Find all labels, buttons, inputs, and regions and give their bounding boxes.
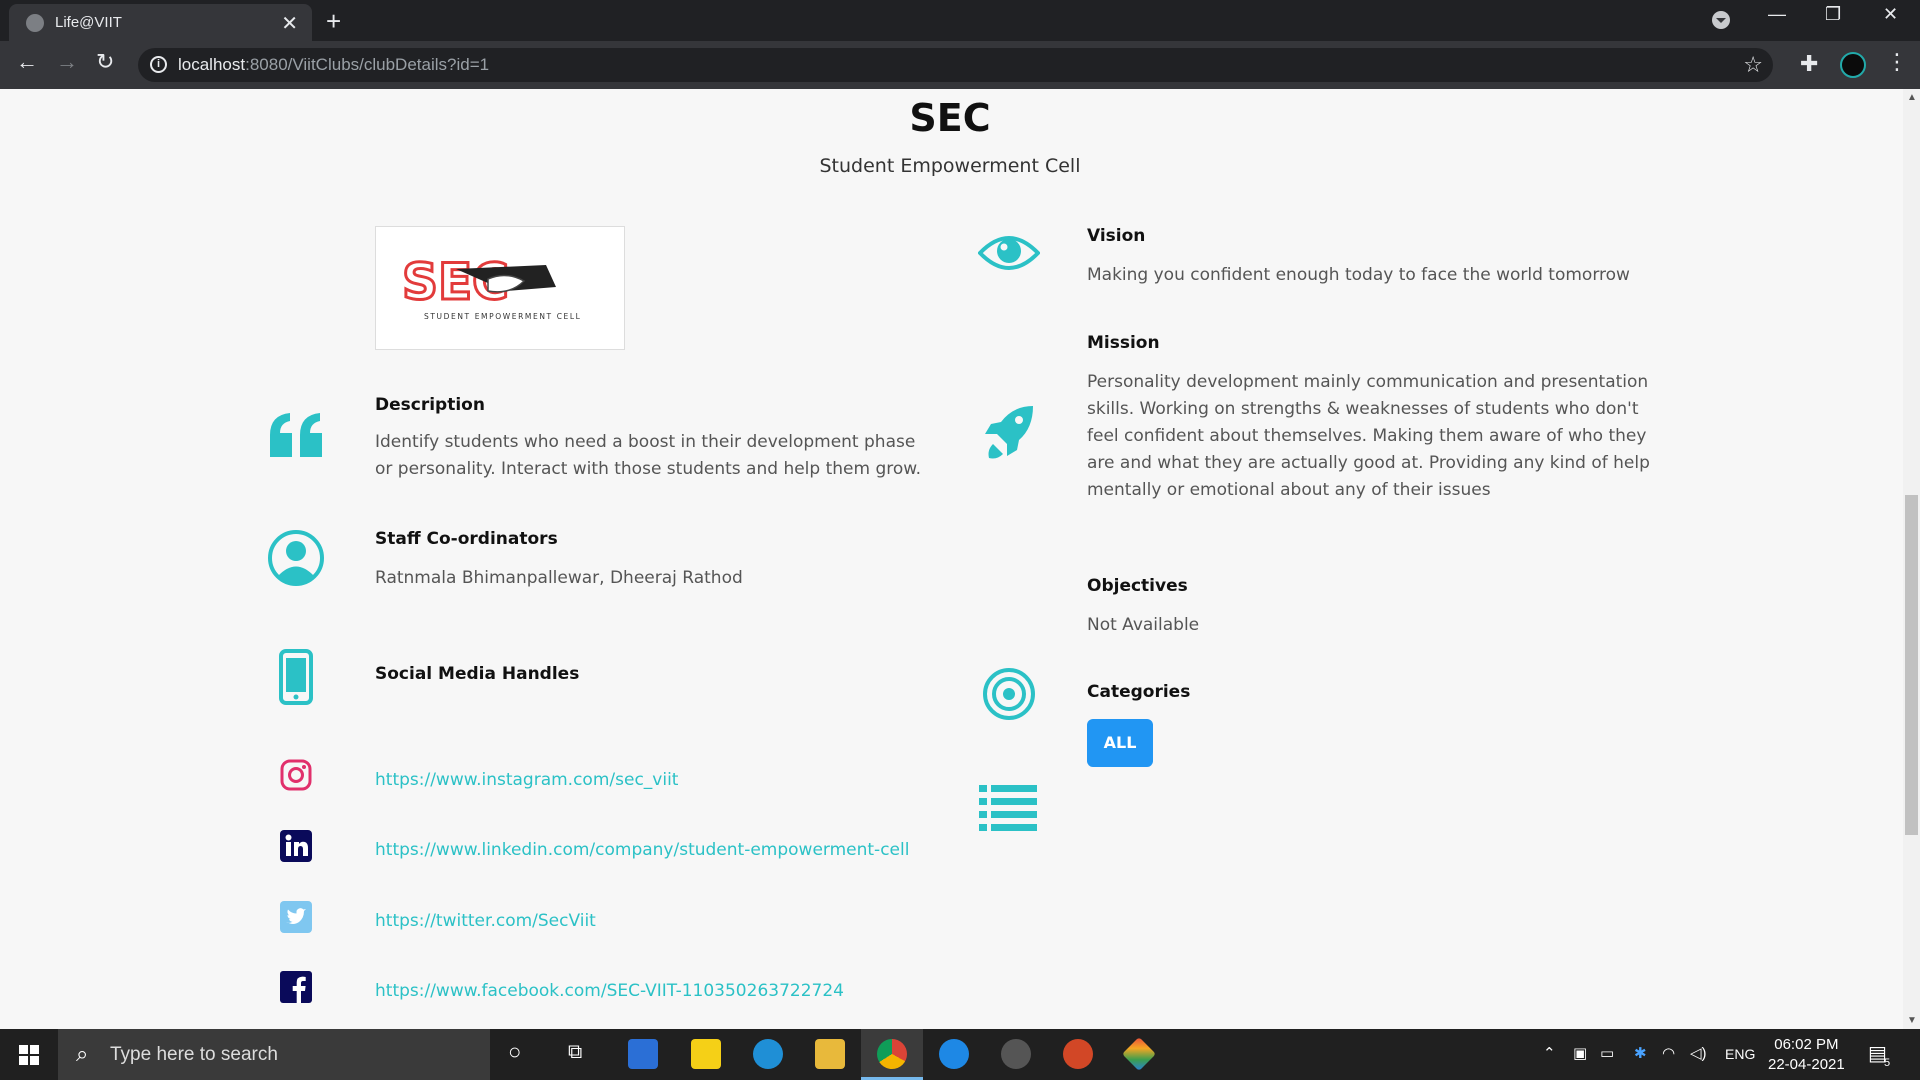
staff-text: Ratnmala Bhimanpallewar, Dheeraj Rathod [375, 568, 743, 588]
windows-start-icon[interactable] [19, 1045, 39, 1065]
browser-tab[interactable]: Life@VIIT ✕ [9, 4, 312, 41]
objectives-heading: Objectives [1087, 576, 1188, 596]
app-compass-icon[interactable] [939, 1039, 969, 1069]
facebook-icon[interactable] [280, 971, 312, 1003]
instagram-link[interactable]: https://www.instagram.com/sec_viit [375, 770, 678, 790]
minimize-button[interactable]: — [1768, 4, 1786, 25]
battery-icon[interactable]: ▭ [1600, 1044, 1614, 1062]
instagram-icon[interactable] [280, 759, 312, 791]
edge-icon[interactable] [753, 1039, 783, 1069]
club-details-page: SEC Student Empowerment Cell SEC STUDENT… [0, 89, 1903, 1029]
svg-text:STUDENT EMPOWERMENT CELL: STUDENT EMPOWERMENT CELL [424, 312, 581, 321]
sticky-notes-icon[interactable] [691, 1039, 721, 1069]
settings-gear-icon[interactable] [1001, 1039, 1031, 1069]
description-heading: Description [375, 395, 485, 415]
facebook-link[interactable]: https://www.facebook.com/SEC-VIIT-110350… [375, 981, 844, 1001]
info-icon[interactable]: i [150, 56, 167, 73]
browser-toolbar: ← → ↻ i localhost:8080/ViitClubs/clubDet… [0, 41, 1920, 89]
list-icon [979, 785, 1037, 831]
mobile-phone-icon [279, 649, 313, 705]
clock-time: 06:02 PM [1774, 1036, 1839, 1053]
twitter-icon[interactable] [280, 901, 312, 933]
close-tab-icon[interactable]: ✕ [281, 11, 298, 36]
profile-avatar[interactable] [1840, 52, 1866, 78]
windows-taskbar: ⌕ Type here to search ○ ⧉ ⌃ ▣ ▭ ✱ ◠ ◁) E… [0, 1029, 1920, 1080]
vision-heading: Vision [1087, 226, 1146, 246]
extensions-puzzle-icon[interactable]: ✚ [1800, 51, 1818, 77]
git-icon[interactable] [1122, 1037, 1156, 1071]
taskbar-search-placeholder: Type here to search [110, 1044, 278, 1065]
reload-icon[interactable]: ↻ [96, 49, 114, 75]
quote-icon [270, 413, 322, 457]
category-all-button[interactable]: ALL [1087, 719, 1153, 767]
vision-text: Making you confident enough today to fac… [1087, 265, 1630, 285]
volume-icon[interactable]: ◁) [1690, 1044, 1707, 1062]
club-full-name: Student Empowerment Cell [819, 155, 1081, 177]
file-explorer-icon[interactable] [815, 1039, 845, 1069]
globe-icon [26, 14, 44, 32]
rocket-icon [985, 406, 1033, 459]
social-heading: Social Media Handles [375, 664, 580, 684]
club-short-name: SEC [909, 96, 991, 140]
menu-dots-icon[interactable]: ⋮ [1886, 49, 1908, 75]
user-circle-icon [268, 530, 324, 586]
objectives-text: Not Available [1087, 615, 1200, 635]
browser-tab-bar: Life@VIIT ✕ + — ❐ ✕ [0, 0, 1920, 41]
scrollbar-thumb[interactable] [1905, 495, 1918, 835]
club-logo: SEC STUDENT EMPOWERMENT CELL [375, 226, 625, 350]
target-icon [983, 668, 1035, 720]
linkedin-icon[interactable] [280, 830, 312, 862]
linkedin-link[interactable]: https://www.linkedin.com/company/student… [375, 840, 909, 860]
url-text[interactable]: localhost:8080/ViitClubs/clubDetails?id=… [178, 55, 489, 75]
store-icon[interactable] [628, 1039, 658, 1069]
notification-count: 5 [1884, 1057, 1891, 1069]
tray-meet-icon[interactable]: ▣ [1573, 1044, 1587, 1062]
tray-chevron-up-icon[interactable]: ⌃ [1543, 1044, 1556, 1062]
taskbar-search[interactable]: ⌕ Type here to search [58, 1029, 490, 1080]
bookmark-star-icon[interactable]: ☆ [1743, 52, 1763, 78]
back-arrow-icon[interactable]: ← [16, 49, 38, 75]
task-view-icon[interactable]: ⧉ [568, 1041, 582, 1064]
scroll-down-arrow-icon[interactable]: ▼ [1907, 1015, 1917, 1026]
address-bar[interactable]: i localhost:8080/ViitClubs/clubDetails?i… [138, 48, 1773, 82]
cortana-icon[interactable]: ○ [508, 1039, 521, 1065]
twitter-link[interactable]: https://twitter.com/SecViit [375, 911, 596, 931]
tab-title: Life@VIIT [55, 14, 122, 31]
wifi-icon[interactable]: ◠ [1662, 1044, 1675, 1062]
mission-heading: Mission [1087, 333, 1160, 353]
staff-heading: Staff Co-ordinators [375, 529, 558, 549]
chrome-icon[interactable] [877, 1039, 907, 1069]
close-window-button[interactable]: ✕ [1883, 4, 1898, 25]
maximize-button[interactable]: ❐ [1825, 4, 1841, 25]
bluetooth-icon[interactable]: ✱ [1634, 1044, 1647, 1062]
powerpoint-icon[interactable] [1063, 1039, 1093, 1069]
categories-heading: Categories [1087, 682, 1191, 702]
new-tab-button[interactable]: + [326, 6, 341, 37]
scroll-up-arrow-icon[interactable]: ▲ [1907, 92, 1917, 103]
description-text: Identify students who need a boost in th… [375, 432, 922, 479]
forward-arrow-icon[interactable]: → [56, 49, 78, 75]
eye-icon [978, 236, 1040, 270]
tab-search-icon[interactable] [1712, 11, 1730, 29]
language-indicator[interactable]: ENG [1725, 1046, 1755, 1062]
clock-date: 22-04-2021 [1768, 1056, 1845, 1073]
taskbar-clock[interactable]: 06:02 PM 22-04-2021 [1768, 1035, 1845, 1075]
search-icon: ⌕ [76, 1041, 89, 1066]
mission-text: Personality development mainly communica… [1087, 372, 1650, 500]
